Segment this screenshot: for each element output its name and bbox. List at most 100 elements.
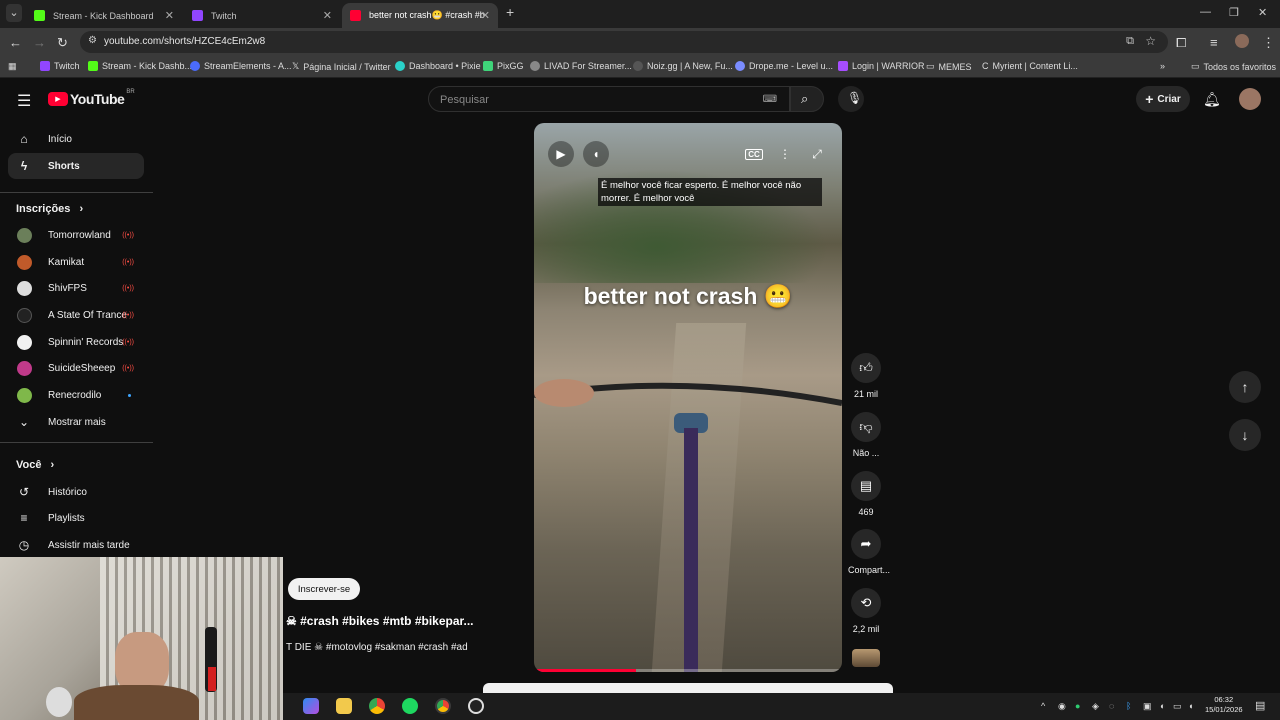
- you-header[interactable]: Você ›: [16, 459, 54, 471]
- sound-thumbnail[interactable]: [852, 649, 880, 667]
- notifications-bell-icon[interactable]: 🔔︎: [1203, 91, 1221, 108]
- next-short-button[interactable]: ↓: [1229, 419, 1261, 451]
- sidebar-item-history[interactable]: ↺ Histórico: [8, 479, 144, 505]
- volume-button[interactable]: ◖: [583, 141, 609, 167]
- restore-icon[interactable]: ❐: [1229, 6, 1239, 19]
- tab-search-icon[interactable]: ⌄: [6, 4, 22, 22]
- more-options-button[interactable]: ⋮: [772, 141, 798, 167]
- short-video-player[interactable]: ▶ ◖ CC ⋮ ⤢ É melhor você ficar esperto. …: [534, 123, 842, 672]
- hamburger-menu-icon[interactable]: ☰: [17, 91, 31, 111]
- close-tab-icon[interactable]: ✕: [323, 9, 332, 22]
- like-action[interactable]: 👍︎ 21 mil: [848, 353, 884, 399]
- more-bookmarks-icon[interactable]: »: [1160, 61, 1165, 71]
- captions-button[interactable]: CC: [741, 141, 767, 167]
- site-info-icon[interactable]: ⚙: [88, 35, 97, 46]
- network-icon[interactable]: ▭: [1173, 701, 1182, 712]
- bookmark-warrior[interactable]: Login | WARRIOR: [838, 61, 925, 71]
- extensions-icon[interactable]: ⧠: [1176, 35, 1186, 51]
- address-bar[interactable]: ⚙ youtube.com/shorts/HZCE4cEm2w8 ⧉ ☆: [80, 31, 1168, 53]
- tray-app-icon[interactable]: ◐: [1160, 701, 1165, 711]
- steam-icon[interactable]: ◉: [1058, 701, 1066, 712]
- sidebar-item-subscription[interactable]: ShivFPS ((•)): [8, 275, 144, 301]
- chrome-icon[interactable]: [369, 698, 385, 714]
- keyboard-icon[interactable]: ⌨: [763, 94, 777, 105]
- subscriptions-header[interactable]: Inscrições ›: [16, 203, 83, 215]
- spotify-icon[interactable]: [402, 698, 418, 714]
- bookmark-twitter[interactable]: 𝕏 Página Inicial / Twitter: [292, 61, 391, 72]
- sidebar-item-playlists[interactable]: ≡ Playlists: [8, 505, 144, 531]
- tray-app-icon[interactable]: ◌: [1109, 701, 1114, 711]
- sidebar-item-shorts[interactable]: ϟ Shorts: [8, 153, 144, 179]
- obs-icon[interactable]: [468, 698, 484, 714]
- remix-button[interactable]: ⟲: [851, 588, 881, 618]
- bookmark-drope[interactable]: Drope.me - Level u...: [735, 61, 833, 71]
- share-action[interactable]: ➦ Compart...: [848, 529, 890, 575]
- bookmark-twitch[interactable]: Twitch: [40, 61, 80, 71]
- notification-center-icon[interactable]: ▤: [1255, 699, 1265, 712]
- video-progress-bar[interactable]: [534, 669, 842, 672]
- sidebar-item-subscription[interactable]: Spinnin' Records ((•)): [8, 329, 144, 355]
- comments-action[interactable]: ▤ 469: [848, 471, 884, 517]
- share-button[interactable]: ➦: [851, 529, 881, 559]
- sidebar-item-watch-later[interactable]: ◷ Assistir mais tarde: [8, 532, 144, 558]
- bookmark-myrient[interactable]: C Myrient | Content Li...: [982, 61, 1078, 71]
- new-tab-icon[interactable]: +: [506, 4, 514, 20]
- dislike-action[interactable]: 👎︎ Não ...: [848, 412, 884, 458]
- bookmark-pixgg[interactable]: PixGG: [483, 61, 524, 71]
- bookmark-noiz[interactable]: Noiz.gg | A New, Fu...: [633, 61, 733, 71]
- tray-app-icon[interactable]: ◈: [1092, 701, 1099, 712]
- account-avatar[interactable]: [1239, 88, 1261, 110]
- profile-avatar[interactable]: [1235, 34, 1249, 48]
- back-icon[interactable]: ←: [9, 35, 22, 50]
- volume-tray-icon[interactable]: ◖: [1188, 701, 1193, 711]
- short-description[interactable]: T DIE ☠ #motovlog #sakman #crash #ad: [286, 642, 468, 653]
- close-tab-icon[interactable]: ✕: [481, 9, 490, 22]
- close-window-icon[interactable]: ✕: [1258, 6, 1267, 19]
- tab-youtube-short[interactable]: better not crash😬 #crash #b ✕: [342, 3, 498, 28]
- apps-icon[interactable]: ▦: [8, 61, 17, 72]
- bookmark-streamelements[interactable]: StreamElements - A...: [190, 61, 292, 71]
- taskbar-clock[interactable]: 06:32 15/01/2026: [1205, 695, 1243, 715]
- dislike-button[interactable]: 👎︎: [851, 412, 881, 442]
- like-button[interactable]: 👍︎: [851, 353, 881, 383]
- fullscreen-button[interactable]: ⤢: [804, 141, 830, 167]
- sidebar-show-more[interactable]: ⌄ Mostrar mais: [8, 409, 144, 435]
- sidebar-item-home[interactable]: ⌂ Início: [8, 126, 144, 152]
- file-explorer-icon[interactable]: [336, 698, 352, 714]
- search-button[interactable]: ⌕: [790, 86, 824, 112]
- forward-icon[interactable]: →: [33, 35, 46, 50]
- youtube-logo[interactable]: ▶ YouTube BR: [48, 89, 135, 107]
- tab-kick-dashboard[interactable]: Stream - Kick Dashboard ✕: [26, 3, 182, 28]
- sidebar-item-subscription[interactable]: A State Of Trance ((•)): [8, 302, 144, 328]
- cast-icon[interactable]: ⧉: [1126, 35, 1134, 48]
- search-input[interactable]: Pesquisar ⌨: [428, 86, 790, 112]
- bookmark-kick[interactable]: Stream - Kick Dashb...: [88, 61, 192, 71]
- reload-icon[interactable]: ↻: [57, 35, 68, 51]
- tab-twitch[interactable]: Twitch ✕: [184, 3, 340, 28]
- create-button[interactable]: + Criar: [1136, 86, 1190, 112]
- voice-search-button[interactable]: 🎙: [838, 86, 864, 112]
- bookmark-star-icon[interactable]: ☆: [1145, 34, 1156, 48]
- remix-action[interactable]: ⟲ 2,2 mil: [848, 588, 884, 634]
- previous-short-button[interactable]: ↑: [1229, 371, 1261, 403]
- menu-icon[interactable]: ⋮: [1262, 35, 1275, 51]
- minimize-icon[interactable]: —: [1200, 6, 1211, 18]
- subscribe-button[interactable]: Inscrever-se: [288, 578, 360, 600]
- play-button[interactable]: ▶: [548, 141, 574, 167]
- sidebar-item-subscription[interactable]: Tomorrowland ((•)): [8, 222, 144, 248]
- tray-app-icon[interactable]: ●: [1075, 701, 1080, 711]
- sidebar-item-subscription[interactable]: SuicideSheeep ((•)): [8, 355, 144, 381]
- bluetooth-icon[interactable]: ᛒ: [1126, 701, 1131, 711]
- close-tab-icon[interactable]: ✕: [165, 9, 174, 22]
- url-text[interactable]: youtube.com/shorts/HZCE4cEm2w8: [104, 36, 265, 47]
- comments-button[interactable]: ▤: [851, 471, 881, 501]
- bookmark-pixie[interactable]: Dashboard • Pixie: [395, 61, 481, 71]
- sidebar-item-subscription[interactable]: Kamikat ((•)): [8, 249, 144, 275]
- all-bookmarks[interactable]: ▭ Todos os favoritos: [1191, 61, 1276, 72]
- bookmark-folder-memes[interactable]: ▭ MEMES: [926, 61, 972, 72]
- bookmark-livad[interactable]: LIVAD For Streamer...: [530, 61, 632, 71]
- short-title[interactable]: ☠ #crash #bikes #mtb #bikepar...: [286, 614, 474, 628]
- media-control-icon[interactable]: ≡: [1210, 35, 1218, 50]
- tray-overflow-icon[interactable]: ^: [1041, 701, 1045, 711]
- tray-app-icon[interactable]: ▣: [1143, 701, 1152, 712]
